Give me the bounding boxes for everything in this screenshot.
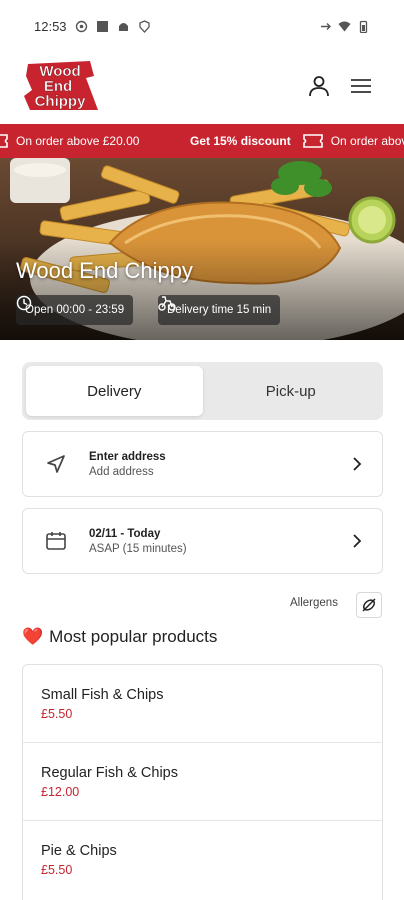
heart-icon: ❤️: [22, 627, 44, 646]
promo-banner: On order above £20.00 Get 15% discount O…: [0, 124, 404, 158]
allergen-icon: [362, 598, 376, 612]
address-selector[interactable]: Enter address Add address: [22, 431, 383, 497]
section-title-text: Most popular products: [49, 627, 218, 646]
product-price: £12.00: [41, 785, 80, 799]
hamburger-icon: [351, 79, 371, 93]
product-price: £5.50: [41, 707, 73, 721]
ticket-icon: [302, 134, 323, 148]
ticket-icon: [0, 134, 8, 148]
battery-icon: [359, 20, 368, 33]
app-header: Wood End Chippy: [0, 52, 404, 124]
allergens-button[interactable]: [356, 592, 382, 618]
status-bar: 12:53: [0, 0, 404, 52]
navigation-arrow-icon: [47, 455, 65, 473]
schedule-text: 02/11 - Today ASAP (15 minutes): [89, 528, 332, 555]
promo-item: On order above £20.00: [0, 124, 139, 158]
schedule-selector[interactable]: 02/11 - Today ASAP (15 minutes): [22, 508, 383, 574]
product-item[interactable]: Regular Fish & Chips £12.00: [23, 743, 382, 821]
product-price: £5.50: [41, 863, 73, 877]
account-button[interactable]: [305, 72, 333, 100]
restaurant-name: Wood End Chippy: [16, 258, 193, 283]
menu-button[interactable]: [346, 72, 376, 100]
status-left: 12:53: [34, 19, 151, 34]
product-name: Regular Fish & Chips: [41, 765, 178, 781]
android-icon: [118, 22, 128, 31]
chevron-right-icon: [353, 457, 362, 471]
promo-text: On order above £20.00: [16, 134, 140, 148]
popular-products-list: Small Fish & Chips £5.50 Regular Fish & …: [22, 664, 383, 900]
calendar-icon-wrap: [23, 530, 89, 552]
tab-pickup[interactable]: Pick-up: [203, 366, 380, 416]
address-text: Enter address Add address: [89, 451, 332, 478]
open-hours-text: Open 00:00 - 23:59: [25, 304, 125, 316]
clock-icon: [16, 295, 32, 311]
link-icon: [321, 22, 331, 30]
user-icon: [309, 76, 329, 97]
schedule-subtitle: ASAP (15 minutes): [89, 542, 187, 555]
product-name: Small Fish & Chips: [41, 687, 164, 703]
brand-logo[interactable]: Wood End Chippy: [22, 58, 100, 114]
address-chevron: [332, 456, 382, 472]
scooter-icon: [158, 296, 176, 311]
shield-icon: [138, 19, 150, 33]
address-title: Enter address: [89, 450, 166, 463]
schedule-title: 02/11 - Today: [89, 527, 161, 540]
status-time: 12:53: [34, 18, 67, 34]
schedule-chevron: [332, 533, 382, 549]
open-hours-chip: Open 00:00 - 23:59: [16, 295, 134, 325]
notification-icon: [75, 20, 87, 32]
promo-discount: Get 15% discount: [190, 134, 291, 148]
promo-item: Get 15% discount On order above: [190, 124, 404, 158]
calendar-icon: [46, 532, 66, 550]
hero-banner: Wood End Chippy Open 00:00 - 23:59 Deliv…: [0, 158, 404, 340]
promo-text: On order above: [330, 134, 404, 148]
wifi-icon: [338, 21, 351, 31]
delivery-time-chip: Delivery time 15 min: [158, 295, 281, 325]
order-type-toggle: Delivery Pick-up: [22, 362, 383, 420]
delivery-time-text: Delivery time 15 min: [167, 304, 272, 316]
app-square-icon: [96, 20, 108, 32]
chevron-right-icon: [353, 534, 362, 548]
product-item[interactable]: Small Fish & Chips £5.50: [23, 665, 382, 743]
allergens-label[interactable]: Allergens: [290, 597, 338, 609]
location-icon-wrap: [23, 453, 89, 475]
address-subtitle: Add address: [89, 465, 154, 478]
tab-delivery[interactable]: Delivery: [26, 366, 203, 416]
section-title: ❤️ Most popular products: [22, 627, 217, 647]
product-item[interactable]: Pie & Chips £5.50: [23, 821, 382, 899]
status-right: [319, 20, 370, 33]
svg-text:Chippy: Chippy: [35, 93, 86, 110]
product-name: Pie & Chips: [41, 843, 117, 859]
